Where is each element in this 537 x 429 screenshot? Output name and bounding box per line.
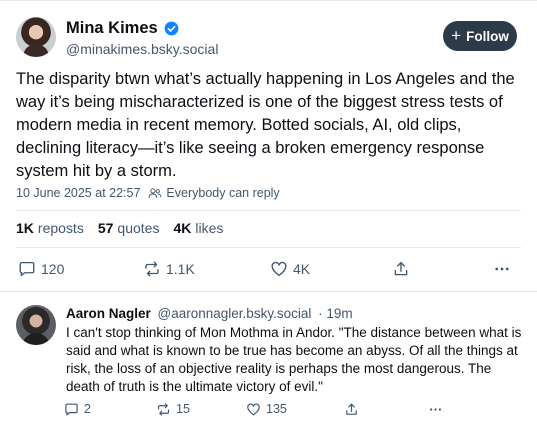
reply-repost-count: 15 bbox=[176, 402, 190, 416]
top-divider bbox=[0, 0, 537, 1]
divider bbox=[0, 291, 537, 292]
author-display-name[interactable]: Mina Kimes bbox=[66, 19, 158, 38]
reply-share-button[interactable] bbox=[344, 401, 359, 417]
avatar-silhouette bbox=[23, 44, 49, 57]
reply-reply-count: 2 bbox=[84, 402, 91, 416]
people-icon bbox=[148, 188, 162, 198]
reply-icon bbox=[19, 261, 35, 277]
reply-like-button[interactable]: 135 bbox=[246, 401, 287, 417]
more-options-button[interactable] bbox=[493, 258, 511, 280]
reply-author-handle[interactable]: @aaronnagler.bsky.social bbox=[158, 306, 312, 321]
likes-stat[interactable]: 4K likes bbox=[173, 220, 223, 236]
author-handle[interactable]: @minakimes.bsky.social bbox=[66, 41, 218, 57]
reply-like-count: 135 bbox=[266, 402, 287, 416]
follow-button[interactable]: + Follow bbox=[443, 21, 517, 51]
reply-text: I can't stop thinking of Mon Mothma in A… bbox=[66, 325, 522, 394]
reply-count: 120 bbox=[41, 261, 65, 277]
reply-reply-button[interactable]: 2 bbox=[64, 401, 91, 417]
repost-icon bbox=[157, 402, 170, 416]
reply-setting[interactable]: Everybody can reply bbox=[166, 186, 279, 200]
avatar[interactable] bbox=[16, 17, 56, 57]
reposts-label: reposts bbox=[37, 220, 84, 236]
reply-more-options-button[interactable] bbox=[428, 401, 443, 417]
quotes-stat[interactable]: 57 quotes bbox=[98, 220, 160, 236]
reposts-count: 1K bbox=[16, 220, 34, 236]
avatar[interactable] bbox=[16, 305, 56, 345]
like-button[interactable]: 4K bbox=[270, 258, 310, 280]
quotes-count: 57 bbox=[97, 220, 114, 236]
reply-icon bbox=[65, 403, 78, 415]
share-icon bbox=[394, 261, 408, 276]
repost-count: 1.1K bbox=[166, 261, 195, 277]
post-meta: 10 June 2025 at 22:57 Everybody can repl… bbox=[16, 186, 280, 200]
plus-icon: + bbox=[451, 25, 462, 45]
reposts-stat[interactable]: 1K reposts bbox=[16, 220, 84, 236]
reply-button[interactable]: 120 bbox=[18, 258, 64, 280]
likes-label: likes bbox=[195, 220, 224, 236]
avatar-silhouette bbox=[22, 333, 50, 345]
reply-header: Aaron Nagler @aaronnagler.bsky.social · … bbox=[66, 306, 353, 321]
ellipsis-icon bbox=[430, 407, 441, 411]
reply-repost-button[interactable]: 15 bbox=[156, 401, 190, 417]
repost-icon bbox=[145, 261, 159, 277]
share-button[interactable] bbox=[392, 258, 410, 280]
reply-author-name[interactable]: Aaron Nagler bbox=[66, 306, 151, 321]
post-text: The disparity btwn what’s actually happe… bbox=[16, 70, 515, 180]
likes-count: 4K bbox=[173, 220, 192, 236]
share-icon bbox=[346, 403, 357, 415]
quotes-label: quotes bbox=[117, 220, 160, 236]
heart-icon bbox=[247, 402, 260, 415]
heart-icon bbox=[271, 261, 287, 277]
verified-badge-icon[interactable] bbox=[164, 21, 179, 36]
divider bbox=[16, 210, 521, 211]
repost-button[interactable]: 1.1K bbox=[143, 258, 195, 280]
like-count: 4K bbox=[293, 261, 311, 277]
post-timestamp[interactable]: 10 June 2025 at 22:57 bbox=[16, 186, 140, 200]
ellipsis-icon bbox=[495, 267, 509, 271]
follow-button-label: Follow bbox=[466, 28, 509, 44]
reply-age[interactable]: · 19m bbox=[318, 306, 353, 321]
divider bbox=[16, 247, 521, 248]
engagement-stats: 1K reposts 57 quotes 4K likes bbox=[16, 220, 237, 236]
